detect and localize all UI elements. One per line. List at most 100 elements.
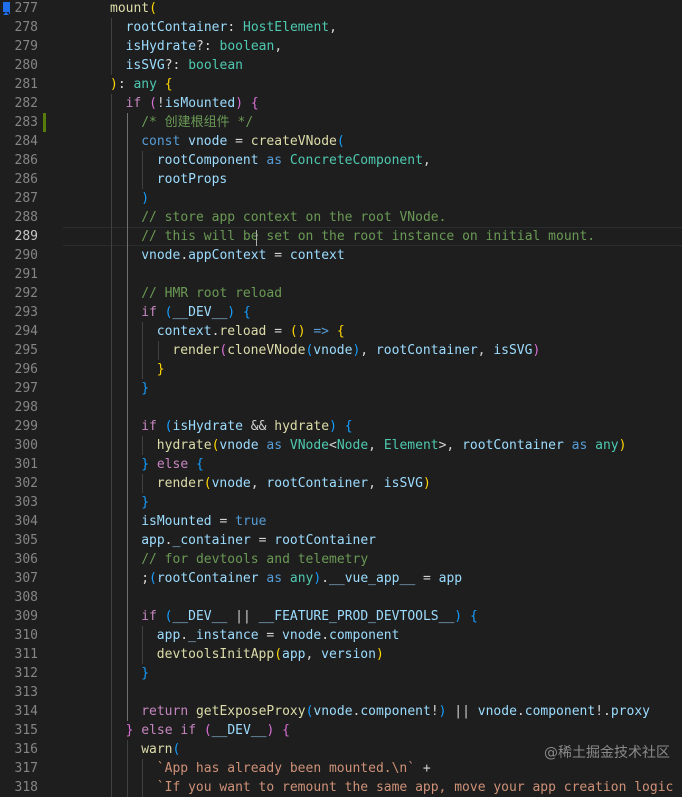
indent-guide: [142, 759, 144, 797]
code-line[interactable]: 309 if (__DEV__ || __FEATURE_PROD_DEVTOOL…: [0, 607, 682, 626]
code-line[interactable]: 296}: [0, 360, 682, 379]
bracket: (): [289, 324, 306, 339]
punctuation: ,: [274, 39, 283, 54]
code-line[interactable]: 312}: [0, 664, 682, 683]
git-modified-marker[interactable]: [43, 113, 46, 132]
code-line[interactable]: 311 devtoolsInitApp(app, version): [0, 645, 682, 664]
code-line[interactable]: 301} else {: [0, 455, 682, 474]
code-line[interactable]: 310 app._instance = vnode.component: [0, 626, 682, 645]
identifier: _container: [172, 533, 251, 548]
code-line[interactable]: 286 rootComponent as ConcreteComponent,: [0, 151, 682, 170]
keyword: as: [266, 153, 283, 168]
function-name: hydrate: [156, 438, 212, 453]
code-line[interactable]: 294 context.reload = () => {: [0, 322, 682, 341]
code-line[interactable]: 280 isSVG?: boolean: [0, 56, 682, 75]
code-line[interactable]: 293 if (__DEV__) {: [0, 303, 682, 322]
bracket: (: [164, 305, 173, 320]
line-number: 283: [14, 115, 38, 130]
line-number: 313: [14, 685, 38, 700]
code-line[interactable]: 307 ;(rootContainer as any).__vue_app__ =…: [0, 569, 682, 588]
identifier: vnode: [282, 628, 322, 643]
code-line[interactable]: 314 return getExposeProxy(vnode.component…: [0, 702, 682, 721]
code-text: ): any {: [110, 75, 173, 94]
bracket: {: [250, 96, 259, 111]
code-text: }: [157, 360, 165, 379]
code-line[interactable]: 283 /* 创建根组件 */: [0, 113, 682, 132]
code-line[interactable]: 304 isMounted = true: [0, 512, 682, 531]
code-line[interactable]: 290 vnode.appContext = context: [0, 246, 682, 265]
punctuation: ,: [360, 343, 376, 358]
code-line[interactable]: 292 // HMR root reload: [0, 284, 682, 303]
bracket: {: [195, 457, 204, 472]
code-text: warn(: [141, 740, 180, 759]
bracket: (: [219, 343, 228, 358]
code-line[interactable]: 306 // for devtools and telemetry: [0, 550, 682, 569]
code-line[interactable]: 295 render(cloneVNode(vnode), rootContain…: [0, 341, 682, 360]
code-line[interactable]: 302 render(vnode, rootContainer, isSVG): [0, 474, 682, 493]
code-line[interactable]: 300 hydrate(vnode as VNode<Node, Element>…: [0, 436, 682, 455]
function-name: reload: [219, 324, 267, 339]
code-line[interactable]: 297}: [0, 379, 682, 398]
punctuation: .: [516, 704, 525, 719]
type-name: any: [595, 438, 619, 453]
identifier: vnode: [219, 438, 259, 453]
code-line[interactable]: 308: [0, 588, 682, 607]
code-line[interactable]: 281): any {: [0, 75, 682, 94]
function-name: devtoolsInitApp: [156, 647, 275, 662]
code-line[interactable]: 318 `If you want to remount the same app,…: [0, 778, 682, 797]
code-line[interactable]: 279 isHydrate?: boolean,: [0, 37, 682, 56]
punctuation: ,: [368, 438, 384, 453]
punctuation: =: [266, 248, 290, 263]
code-line[interactable]: 313: [0, 683, 682, 702]
punctuation: ,: [305, 647, 322, 662]
punctuation: [282, 153, 290, 168]
code-line[interactable]: 303}: [0, 493, 682, 512]
punctuation: .: [164, 533, 173, 548]
bracket: ): [141, 191, 150, 206]
identifier: __FEATURE_PROD_DEVTOOLS__: [258, 609, 455, 624]
identifier: rootContainer: [266, 476, 369, 491]
comment: // HMR root reload: [141, 286, 283, 301]
code-editor[interactable]: 277 mount(278 rootContainer: HostElement, 2…: [0, 0, 682, 797]
identifier: vnode: [211, 476, 251, 491]
line-number: 286: [14, 172, 38, 187]
function-name: cloneVNode: [227, 343, 306, 358]
code-line[interactable]: 284 const vnode = createVNode(: [0, 132, 682, 151]
code-text: if (__DEV__) {: [141, 303, 251, 322]
line-number: 289: [14, 229, 38, 244]
code-line[interactable]: 315} else if (__DEV__) {: [0, 721, 682, 740]
code-text: // store app context on the root VNode.: [141, 208, 446, 227]
line-number: 284: [14, 134, 38, 149]
code-line[interactable]: 291: [0, 265, 682, 284]
code-text: `If you want to remount the same app, mo…: [157, 778, 682, 797]
code-line[interactable]: 305 app._container = rootContainer: [0, 531, 682, 550]
code-line[interactable]: 298: [0, 398, 682, 417]
punctuation: &&: [242, 419, 275, 434]
identifier: rootContainer: [156, 571, 259, 586]
indent-guide: [142, 436, 144, 455]
identifier: vnode: [188, 134, 228, 149]
code-line[interactable]: 288 // store app context on the root VNod…: [0, 208, 682, 227]
line-number: 310: [14, 628, 38, 643]
punctuation: ,: [477, 343, 494, 358]
code-line[interactable]: 278 rootContainer: HostElement,: [0, 18, 682, 37]
identifier: context: [156, 324, 212, 339]
punctuation: ,: [368, 476, 384, 491]
punctuation: ,: [422, 153, 431, 168]
code-text: } else {: [141, 455, 204, 474]
keyword: as: [266, 438, 283, 453]
punctuation: =: [250, 533, 275, 548]
type-name: any: [133, 77, 157, 92]
code-line[interactable]: 277 mount(: [0, 0, 682, 18]
code-text: }: [141, 493, 149, 512]
code-line[interactable]: 286 rootProps: [0, 170, 682, 189]
code-line[interactable]: 282 if (!isMounted) {: [0, 94, 682, 113]
code-line[interactable]: 287): [0, 189, 682, 208]
identifier: app: [438, 571, 463, 586]
code-line[interactable]: 299 if (isHydrate && hydrate) {: [0, 417, 682, 436]
bracket: (: [149, 96, 157, 111]
punctuation: [180, 134, 188, 149]
indent-guide: [111, 18, 112, 75]
punctuation: [462, 609, 470, 624]
code-line[interactable]: 289 // this will be set on the root insta…: [0, 227, 682, 246]
